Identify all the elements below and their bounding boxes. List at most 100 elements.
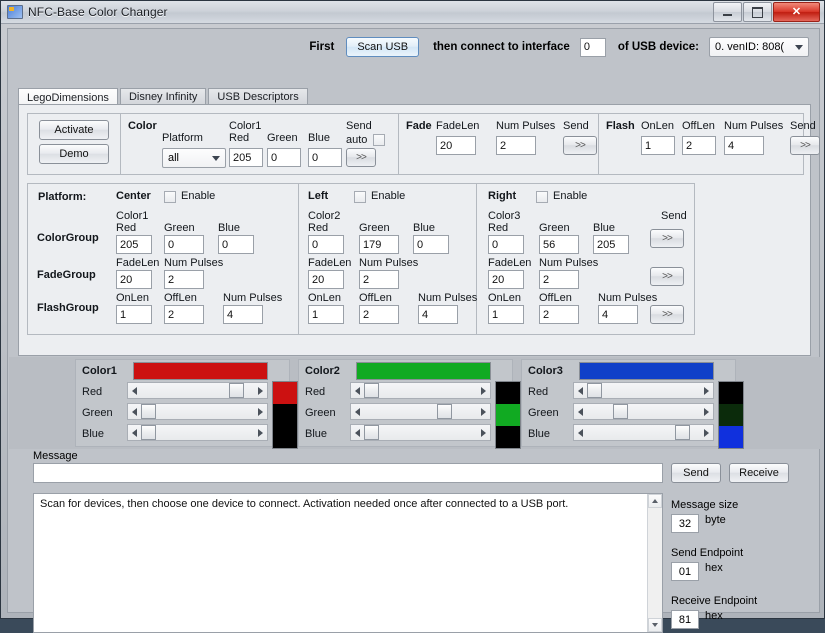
color3-blue-slider[interactable]	[573, 424, 714, 441]
tab-usb-descriptors[interactable]: USB Descriptors	[208, 88, 307, 105]
color1-blue-slider[interactable]	[127, 424, 268, 441]
center-onlen-input[interactable]	[116, 305, 152, 324]
center-enable-checkbox[interactable]	[164, 191, 176, 203]
log-output[interactable]: Scan for devices, then choose one device…	[33, 493, 663, 633]
center-fadelen-input[interactable]	[116, 270, 152, 289]
scroll-left-icon[interactable]	[351, 383, 364, 398]
usb-device-select[interactable]: 0. venID: 808(	[709, 37, 809, 57]
scroll-left-icon[interactable]	[574, 404, 587, 419]
color-green-input[interactable]	[267, 148, 301, 167]
color2-blue-thumb[interactable]	[364, 425, 379, 440]
scroll-left-icon[interactable]	[574, 383, 587, 398]
platform-select[interactable]: all	[162, 148, 226, 168]
color2-green-slider[interactable]	[350, 403, 491, 420]
right-blue-input[interactable]	[593, 235, 629, 254]
color3-red-thumb[interactable]	[587, 383, 602, 398]
left-fadelen-input[interactable]	[308, 270, 344, 289]
scroll-right-icon[interactable]	[254, 425, 267, 440]
fadegroup-send-button[interactable]: >>	[650, 267, 684, 286]
tab-disney-infinity[interactable]: Disney Infinity	[120, 88, 206, 105]
center-red-input[interactable]	[116, 235, 152, 254]
scroll-right-icon[interactable]	[700, 404, 713, 419]
center-green-input[interactable]	[164, 235, 204, 254]
scroll-right-icon[interactable]	[254, 383, 267, 398]
left-flash-numpulses-input[interactable]	[418, 305, 458, 324]
left-fade-numpulses-input[interactable]	[359, 270, 399, 289]
color3-green-slider[interactable]	[573, 403, 714, 420]
color-red-input[interactable]	[229, 148, 263, 167]
right-onlen-input[interactable]	[488, 305, 524, 324]
color1-green-thumb[interactable]	[141, 404, 156, 419]
right-offlen-input[interactable]	[539, 305, 579, 324]
scroll-left-icon[interactable]	[128, 383, 141, 398]
send-endpoint-input[interactable]: 01	[671, 562, 699, 581]
right-fade-numpulses-input[interactable]	[539, 270, 579, 289]
scroll-left-icon[interactable]	[128, 425, 141, 440]
left-offlen-input[interactable]	[359, 305, 399, 324]
interface-index-input[interactable]	[580, 38, 606, 57]
center-offlen-input[interactable]	[164, 305, 204, 324]
color2-red-thumb[interactable]	[364, 383, 379, 398]
scroll-right-icon[interactable]	[477, 383, 490, 398]
scroll-left-icon[interactable]	[351, 425, 364, 440]
color3-blue-thumb[interactable]	[675, 425, 690, 440]
flash-send-button[interactable]: >>	[790, 136, 820, 155]
color3-red-slider[interactable]	[573, 382, 714, 399]
scroll-right-icon[interactable]	[700, 383, 713, 398]
color1-red-thumb[interactable]	[229, 383, 244, 398]
demo-button[interactable]: Demo	[39, 144, 109, 164]
message-input[interactable]	[33, 463, 663, 483]
left-onlen-input[interactable]	[308, 305, 344, 324]
left-enable-checkbox[interactable]	[354, 191, 366, 203]
scroll-right-icon[interactable]	[254, 404, 267, 419]
color1-green-slider[interactable]	[127, 403, 268, 420]
close-button[interactable]: ✕	[773, 2, 820, 22]
left-red-input[interactable]	[308, 235, 344, 254]
center-blue-input[interactable]	[218, 235, 254, 254]
color3-green-thumb[interactable]	[613, 404, 628, 419]
flash-offlen-input[interactable]	[682, 136, 716, 155]
right-red-input[interactable]	[488, 235, 524, 254]
maximize-button[interactable]	[743, 2, 772, 22]
flash-onlen-input[interactable]	[641, 136, 675, 155]
flashgroup-send-button[interactable]: >>	[650, 305, 684, 324]
fade-send-button[interactable]: >>	[563, 136, 597, 155]
scroll-right-icon[interactable]	[700, 425, 713, 440]
color-send-button[interactable]: >>	[346, 148, 376, 167]
color2-green-thumb[interactable]	[437, 404, 452, 419]
right-fadelen-input[interactable]	[488, 270, 524, 289]
message-size-input[interactable]: 32	[671, 514, 699, 533]
center-flash-numpulses-input[interactable]	[223, 305, 263, 324]
color1-blue-thumb[interactable]	[141, 425, 156, 440]
fade-fadelen-input[interactable]	[436, 136, 476, 155]
color2-blue-slider[interactable]	[350, 424, 491, 441]
left-color-title: Color2	[308, 210, 340, 222]
scroll-down-icon[interactable]	[648, 618, 662, 632]
flash-numpulses-input[interactable]	[724, 136, 764, 155]
color2-red-slider[interactable]	[350, 382, 491, 399]
send-button[interactable]: Send	[671, 463, 721, 483]
scroll-right-icon[interactable]	[477, 404, 490, 419]
color-send-auto-checkbox[interactable]	[373, 134, 385, 146]
receive-endpoint-input[interactable]: 81	[671, 610, 699, 629]
activate-button[interactable]: Activate	[39, 120, 109, 140]
right-enable-checkbox[interactable]	[536, 191, 548, 203]
scan-usb-button[interactable]: Scan USB	[346, 37, 419, 57]
scroll-left-icon[interactable]	[128, 404, 141, 419]
color1-red-slider[interactable]	[127, 382, 268, 399]
scroll-up-icon[interactable]	[648, 494, 662, 508]
center-fade-numpulses-input[interactable]	[164, 270, 204, 289]
right-green-input[interactable]	[539, 235, 579, 254]
scroll-right-icon[interactable]	[477, 425, 490, 440]
color-blue-input[interactable]	[308, 148, 342, 167]
right-flash-numpulses-input[interactable]	[598, 305, 638, 324]
left-blue-input[interactable]	[413, 235, 449, 254]
fade-numpulses-input[interactable]	[496, 136, 536, 155]
receive-button[interactable]: Receive	[729, 463, 789, 483]
left-green-input[interactable]	[359, 235, 399, 254]
minimize-button[interactable]	[713, 2, 742, 22]
scroll-left-icon[interactable]	[574, 425, 587, 440]
scroll-left-icon[interactable]	[351, 404, 364, 419]
log-scrollbar[interactable]	[647, 494, 662, 632]
colorgroup-send-button[interactable]: >>	[650, 229, 684, 248]
